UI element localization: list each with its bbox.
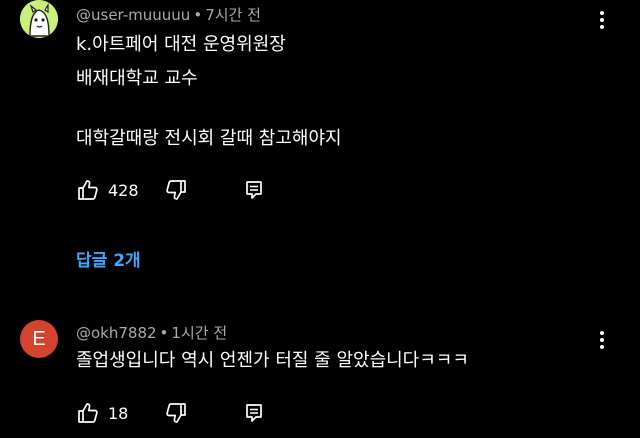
avatar[interactable]: [20, 0, 58, 38]
comment-actions: 428: [76, 178, 376, 202]
more-options-button[interactable]: [592, 328, 612, 352]
thumb-down-icon: [164, 178, 188, 202]
thumb-down-icon: [164, 401, 188, 425]
username[interactable]: @okh7882: [76, 324, 157, 342]
reply-button[interactable]: [242, 401, 266, 425]
comment-header: @user-muuuuu • 7시간 전: [76, 4, 261, 25]
thumb-up-icon: [76, 178, 100, 202]
dislike-button[interactable]: [164, 401, 188, 425]
comment-header: @okh7882 • 1시간 전: [76, 322, 227, 343]
comment-text-line: 대학갈때랑 전시회 갈때 참고해야지: [76, 128, 342, 149]
more-options-button[interactable]: [592, 8, 612, 32]
comment-text-line: 배재대학교 교수: [76, 68, 198, 89]
comment-actions: 18: [76, 401, 376, 425]
thumb-up-icon: [76, 401, 100, 425]
timestamp[interactable]: 1시간 전: [171, 324, 227, 342]
timestamp[interactable]: 7시간 전: [205, 6, 261, 24]
like-count: 18: [108, 403, 129, 423]
comment-text-line: k.아트페어 대전 운영위원장: [76, 34, 286, 55]
like-button[interactable]: 18: [76, 401, 128, 425]
separator-dot: •: [193, 6, 203, 24]
dislike-button[interactable]: [164, 178, 188, 202]
like-count: 428: [108, 180, 139, 200]
separator-dot: •: [159, 324, 169, 342]
username[interactable]: @user-muuuuu: [76, 6, 190, 24]
avatar[interactable]: E: [20, 320, 58, 358]
reply-icon: [242, 178, 266, 202]
comment-text-line: 졸업생입니다 역시 언젠가 터질 줄 알았습니다ㅋㅋㅋ: [76, 350, 469, 371]
view-replies-link[interactable]: 답글 2개: [76, 246, 141, 271]
avatar-image: [20, 0, 58, 38]
reply-icon: [242, 401, 266, 425]
like-button[interactable]: 428: [76, 178, 139, 202]
avatar-letter: E: [32, 327, 46, 350]
reply-button[interactable]: [242, 178, 266, 202]
